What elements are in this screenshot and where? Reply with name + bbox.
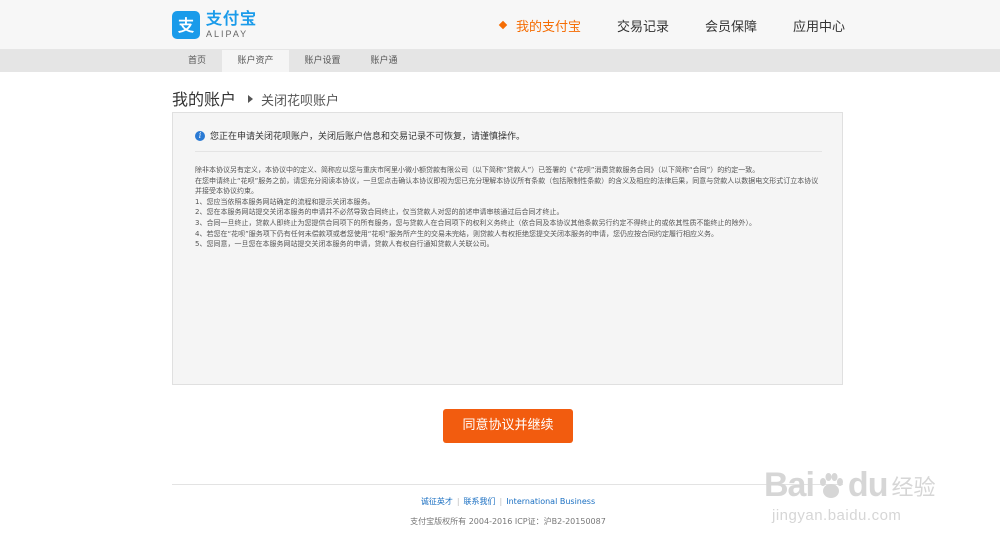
terms-item: 2、您在本服务网站提交关闭本服务的申请并不必然导致合同终止，仅当贷款人对您的前述…	[195, 208, 564, 217]
nav-label: 我的支付宝	[515, 19, 581, 35]
active-diamond-icon	[498, 20, 508, 30]
page-subtitle: 关闭花呗账户	[261, 94, 340, 109]
terms-item: 3、合同一旦终止，贷款人即终止为您提供合同项下的所有服务，您与贷款人在合同项下的…	[195, 218, 756, 227]
top-header: 支 支付宝 ALIPAY 我的支付宝 交易记录 会员保障 应用中心	[0, 0, 1000, 50]
subnav-account-settings[interactable]: 账户设置	[289, 50, 356, 72]
footer-link-international[interactable]: International Business	[506, 497, 595, 506]
nav-member-protection[interactable]: 会员保障	[705, 16, 757, 35]
subnav-account-assets[interactable]: 账户资产	[222, 50, 289, 72]
footer-links: 诚征英才 | 联系我们 | International Business	[420, 497, 596, 506]
sub-nav: 首页 账户资产 账户设置 账户通	[0, 50, 1000, 72]
copyright: 支付宝版权所有 2004-2016 ICP证：沪B2-20150087	[410, 517, 606, 526]
terms-item: 5、您同意，一旦您在本服务网站提交关闭本服务的申请，贷款人有权自行通知贷款人关联…	[195, 240, 494, 249]
info-icon: i	[195, 130, 205, 141]
terms-paragraph: 除非本协议另有定义，本协议中的定义、简称应以您与重庆市阿里小微小额贷款有限公司（…	[195, 166, 760, 174]
nav-my-alipay[interactable]: 我的支付宝	[498, 16, 581, 35]
agreement-panel: i 您正在申请关闭花呗账户，关闭后账户信息和交易记录不可恢复，请谨慎操作。 除非…	[172, 112, 843, 385]
nav-label: 应用中心	[792, 19, 845, 35]
agreement-text: 除非本协议另有定义，本协议中的定义、简称应以您与重庆市阿里小微小额贷款有限公司（…	[195, 165, 825, 250]
nav-transactions[interactable]: 交易记录	[617, 16, 669, 35]
logo-en: ALIPAY	[206, 29, 249, 39]
notice-text: 您正在申请关闭花呗账户，关闭后账户信息和交易记录不可恢复，请谨慎操作。	[210, 132, 526, 142]
breadcrumb-arrow-icon	[248, 95, 254, 103]
alipay-logo-icon: 支	[172, 11, 200, 39]
nav-app-center[interactable]: 应用中心	[793, 16, 845, 35]
warning-notice: i 您正在申请关闭花呗账户，关闭后账户信息和交易记录不可恢复，请谨慎操作。	[195, 129, 525, 142]
nav-label: 交易记录	[616, 19, 669, 35]
main-nav: 我的支付宝 交易记录 会员保障 应用中心	[464, 0, 845, 50]
terms-item: 4、若您在“花呗”服务项下仍有任何未偿款项或者您使用“花呗”服务所产生的交易未完…	[195, 229, 718, 238]
footer-link-contact[interactable]: 联系我们	[464, 497, 496, 506]
page-title[interactable]: 我的账户	[172, 86, 236, 110]
divider	[195, 151, 822, 152]
footer-divider	[172, 484, 843, 485]
terms-item: 1、您应当依照本服务网站确定的流程和提示关闭本服务。	[195, 197, 375, 206]
breadcrumb: 我的账户 关闭花呗账户	[172, 86, 339, 110]
logo-cn: 支付宝	[206, 9, 258, 28]
alipay-logo[interactable]: 支 支付宝 ALIPAY	[172, 10, 257, 40]
agree-continue-button[interactable]: 同意协议并继续	[443, 409, 573, 443]
nav-label: 会员保障	[704, 19, 757, 35]
subnav-account-link[interactable]: 账户通	[356, 50, 412, 72]
logo-text: 支付宝 ALIPAY	[206, 11, 257, 39]
subnav-home[interactable]: 首页	[172, 50, 222, 72]
footer-link-careers[interactable]: 诚征英才	[421, 497, 453, 506]
terms-paragraph: 在您申请终止“花呗”服务之前，请您充分阅读本协议，一旦您点击确认本协议即视为您已…	[195, 176, 819, 196]
svg-text:支: 支	[177, 16, 195, 35]
